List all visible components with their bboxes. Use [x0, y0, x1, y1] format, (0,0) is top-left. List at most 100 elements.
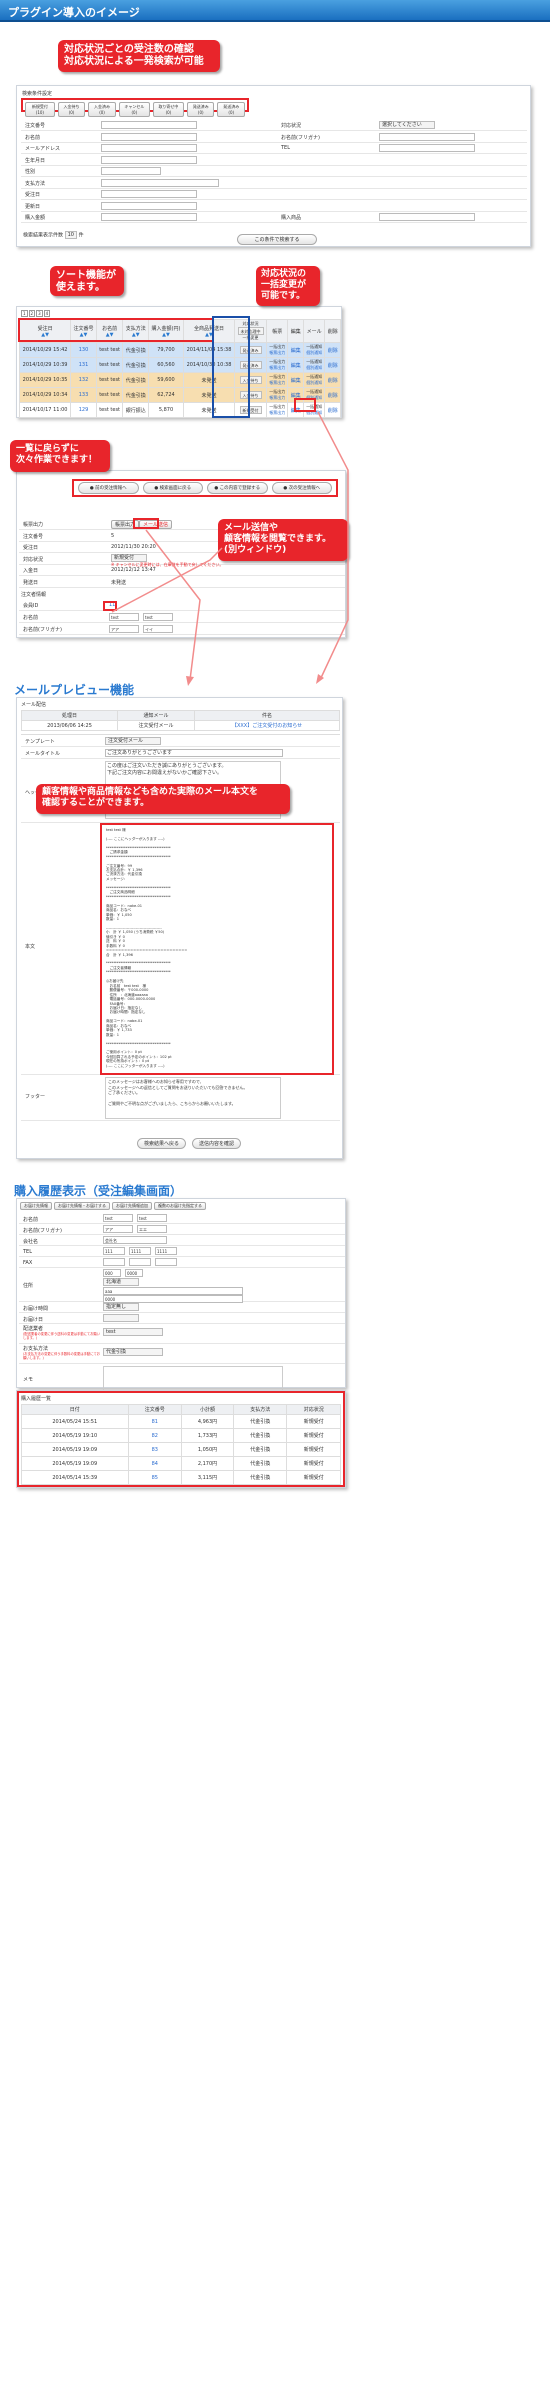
- delivery-row: 会社名 会社名: [19, 1235, 345, 1246]
- mail-footer-line: ご質問やご不明な点がございましたら、こちらからお願いいたします。: [108, 1101, 236, 1106]
- payment-select[interactable]: 代金引換: [103, 1348, 163, 1356]
- delivery-row: お名前(フリガナ) アア エエ: [19, 1224, 345, 1235]
- mail-hist-cell[interactable]: 【XXX】ご注文受付のお知らせ: [194, 720, 340, 731]
- purchase-hist-row: 2014/05/19 19:10 82 1,733円 代金引換 新規受付: [21, 1428, 341, 1443]
- fax-input[interactable]: [103, 1258, 125, 1266]
- delivery-tab[interactable]: お届け先情報追加: [112, 1202, 152, 1210]
- mail-hist-col: 通知メール: [116, 710, 196, 721]
- delivery-row: 配送業者 (配送業者の変更に伴う送料の変更は手動にてお願いします。) test: [19, 1324, 345, 1344]
- purchase-hist-cell: 2014/05/19 19:10: [21, 1428, 129, 1443]
- delivery-row: お名前 test test: [19, 1213, 345, 1224]
- purchase-hist-cell: 4,963円: [181, 1414, 234, 1429]
- purchase-hist-cell: 新規受付: [286, 1414, 341, 1429]
- mail-preview-heading: メールプレビュー機能: [14, 683, 135, 697]
- back-to-results-button[interactable]: 検索結果へ戻る: [137, 1138, 187, 1149]
- mail-body-line: (---- ここにフッターが入ります ----): [106, 1063, 165, 1068]
- purchase-hist-cell: 2014/05/19 19:09: [21, 1442, 129, 1457]
- purchase-hist-row: 2014/05/14 15:39 85 3,115円 代金引換 新規受付: [21, 1470, 341, 1485]
- purchase-hist-cell: 3,115円: [181, 1470, 234, 1485]
- purchase-hist-cell: 1,733円: [181, 1428, 234, 1443]
- purchase-hist-cell[interactable]: 84: [127, 1456, 183, 1471]
- payment-note: (お支払方法の変更に伴う手数料の変更は手動にてお願いします。): [23, 1352, 101, 1360]
- mail-title-label: メールタイトル: [25, 751, 61, 757]
- delivery-label: TEL: [23, 1248, 32, 1255]
- order-detail-panel: お届け先情報 お届け先情報・お届けする お届け先情報追加 複数のお届け先指定する お名…: [16, 1198, 346, 1396]
- mail-panel-title: メール配信: [21, 702, 47, 708]
- purchase-hist-row: 2014/05/19 19:09 84 2,170円 代金引換 新規受付: [21, 1456, 341, 1471]
- delivery-note: (配送業者の変更に伴う送料の変更は手動にてお願いします。): [23, 1332, 101, 1340]
- tel-input[interactable]: 111: [103, 1247, 125, 1255]
- delivery-label: 配送業者: [23, 1326, 44, 1332]
- delivery-label: お名前: [23, 1216, 39, 1223]
- mail-hist-row: 2013/06/06 14:25 注文受付メール 【XXX】ご注文受付のお知らせ: [21, 720, 340, 731]
- purchase-hist-cell[interactable]: 85: [127, 1470, 183, 1485]
- delivery-tab[interactable]: 複数のお届け先指定する: [154, 1202, 206, 1210]
- zip-input[interactable]: 000: [103, 1269, 121, 1277]
- delivery-tab[interactable]: お届け先情報: [20, 1202, 52, 1210]
- zip-input[interactable]: 0000: [125, 1269, 143, 1277]
- mail-body-box: test test 様 (---- ここにヘッダーが入ります ----) *****…: [100, 823, 334, 1075]
- connector-arrows: [111, 411, 349, 686]
- delivery-label: 会社名: [23, 1238, 39, 1245]
- memo-label: メモ: [23, 1377, 34, 1383]
- delivery-name-input[interactable]: test: [137, 1214, 167, 1222]
- mail-history-table: 処理日 通知メール 件名 2013/06/06 14:25 注文受付メール 【XXX】ご注…: [21, 710, 340, 731]
- mail-footer-textarea[interactable]: このメッセージはお客様へのお知らせ専用ですので、 このメッセージへの返信としてご質…: [105, 1077, 281, 1119]
- purchase-history-heading: 購入履歴表示（受注編集画面）: [14, 1184, 183, 1198]
- mail-title-input[interactable]: ご注文ありがとうございます: [105, 749, 283, 757]
- purchase-history-panel: 購入履歴一覧 日付 注文番号 小計額 支払方法 対応状況 2014/05/24 15:51…: [16, 1390, 346, 1488]
- delivery-row: TEL 111 1111 1111: [19, 1246, 345, 1257]
- mail-footer-label: フッター: [25, 1094, 46, 1100]
- purchase-hist-cell[interactable]: 82: [127, 1428, 183, 1443]
- tel-input[interactable]: 1111: [129, 1247, 151, 1255]
- purchase-hist-cell: 2014/05/19 19:09: [21, 1456, 129, 1471]
- mail-hist-cell: 2013/06/06 14:25: [21, 720, 118, 731]
- delivery-kana-input[interactable]: エエ: [137, 1225, 167, 1233]
- payment-label: お支払方法: [23, 1346, 49, 1352]
- purchase-hist-cell: 代金引換: [232, 1456, 288, 1471]
- callout-line: 顧客情報や商品情報なども含めた実際のメール本文を: [42, 787, 259, 797]
- delivery-label: お届け時間: [23, 1305, 49, 1312]
- company-input[interactable]: 会社名: [103, 1236, 167, 1244]
- confirm-send-button[interactable]: 送信内容を確認: [192, 1138, 242, 1149]
- arrow-head: [186, 676, 194, 686]
- mail-title-row: メールタイトル ご注文ありがとうございます: [21, 747, 340, 759]
- mail-hist-cell: 注文受付メール: [116, 720, 196, 731]
- delivery-row: お届け時間 指定無し: [19, 1302, 345, 1313]
- address-input[interactable]: aaa: [103, 1287, 243, 1295]
- arrow-mail-list: [317, 411, 349, 681]
- delivery-row: FAX: [19, 1257, 345, 1268]
- purchase-hist-col: 注文番号: [127, 1404, 183, 1415]
- purchase-hist-cell: 新規受付: [286, 1428, 341, 1443]
- fax-input[interactable]: [155, 1258, 177, 1266]
- delivery-kana-input[interactable]: アア: [103, 1225, 133, 1233]
- purchase-hist-row: 2014/05/19 19:09 83 1,050円 代金引換 新規受付: [21, 1442, 341, 1457]
- purchase-hist-col: 小計額: [181, 1404, 234, 1415]
- mail-body-label: 本文: [25, 944, 36, 950]
- purchase-hist-cell: 新規受付: [286, 1470, 341, 1485]
- purchase-hist-cell: 新規受付: [286, 1456, 341, 1471]
- purchase-hist-col: 日付: [21, 1404, 129, 1415]
- purchase-hist-cell[interactable]: 81: [127, 1414, 183, 1429]
- pref-select[interactable]: 北海道: [103, 1278, 139, 1286]
- hist-title: 購入履歴一覧: [21, 1396, 52, 1402]
- purchase-hist-col: 対応状況: [286, 1404, 341, 1415]
- arrow-mail-edit: [145, 529, 201, 681]
- delivery-time-select[interactable]: 指定無し: [103, 1303, 139, 1311]
- fax-input[interactable]: [129, 1258, 151, 1266]
- header-line: この度はご注文いただき誠にありがとうございます。: [107, 763, 227, 769]
- purchase-hist-cell[interactable]: 83: [127, 1442, 183, 1457]
- delivery-row: 住所 000 0000 北海道 aaa 0000: [19, 1268, 345, 1303]
- tel-input[interactable]: 1111: [155, 1247, 177, 1255]
- delivery-name-input[interactable]: test: [103, 1214, 133, 1222]
- delivery-date-select[interactable]: [103, 1314, 139, 1322]
- delivery-tab[interactable]: お届け先情報・お届けする: [54, 1202, 110, 1210]
- purchase-hist-header: 日付 注文番号 小計額 支払方法 対応状況: [21, 1404, 341, 1415]
- delivery-select[interactable]: test: [103, 1328, 163, 1336]
- header-line: 下記ご注文内容にお間違えがないかご確認下さい。: [107, 770, 223, 776]
- template-select[interactable]: 注文受付メール: [105, 737, 161, 745]
- mail-hist-col: 処理日: [21, 710, 118, 721]
- purchase-hist-cell: 代金引換: [232, 1442, 288, 1457]
- template-row: テンプレート 注文受付メール: [21, 735, 340, 747]
- purchase-history-box: 購入履歴一覧 日付 注文番号 小計額 支払方法 対応状況 2014/05/24 15:51…: [17, 1391, 345, 1487]
